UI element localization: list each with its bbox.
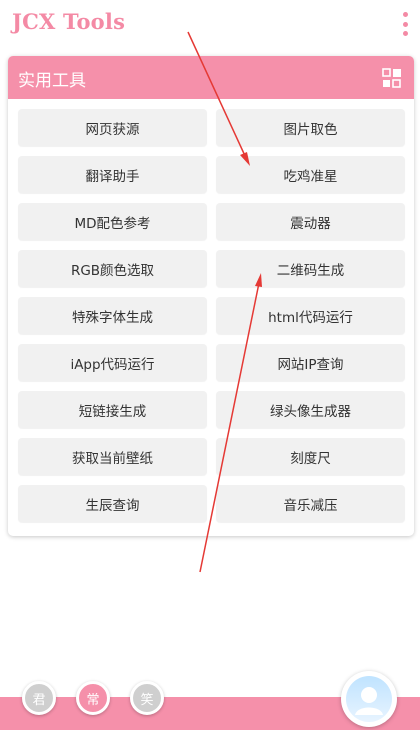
chip-jun[interactable]: 君 (22, 681, 56, 715)
grid-view-icon[interactable] (382, 68, 402, 88)
tool-button[interactable]: 绿头像生成器 (216, 391, 405, 428)
tool-button[interactable]: 吃鸡准星 (216, 156, 405, 193)
chip-label: 常 (86, 692, 100, 708)
tool-button[interactable]: RGB颜色选取 (18, 250, 207, 287)
tool-button[interactable]: iApp代码运行 (18, 344, 207, 381)
user-avatar-icon[interactable] (341, 671, 397, 727)
tool-grid: 网页获源 图片取色 翻译助手 吃鸡准星 MD配色参考 震动器 RGB颜色选取 二维码生成 特殊字… (18, 109, 405, 522)
more-vertical-icon[interactable] (400, 12, 410, 36)
chip-label: 君 (32, 692, 46, 708)
chip-chang[interactable]: 常 (76, 681, 110, 715)
tool-button[interactable]: 刻度尺 (216, 438, 405, 475)
tool-button[interactable]: MD配色参考 (18, 203, 207, 240)
chip-xiao[interactable]: 笑 (130, 681, 164, 715)
tool-button[interactable]: 图片取色 (216, 109, 405, 146)
tool-button[interactable]: 音乐减压 (216, 485, 405, 522)
card-header: 实用工具 (8, 56, 414, 99)
card-title: 实用工具 (18, 71, 86, 91)
tool-button[interactable]: 特殊字体生成 (18, 297, 207, 334)
app-title: JCX Tools (12, 9, 126, 34)
tools-card: 实用工具 网页获源 图片取色 翻译助手 吃鸡准星 MD配色参考 震动器 RGB颜色选取 二维码… (8, 56, 414, 536)
app-header: JCX Tools (0, 0, 420, 50)
tool-button[interactable]: 二维码生成 (216, 250, 405, 287)
tool-button[interactable]: 获取当前壁纸 (18, 438, 207, 475)
chip-label: 笑 (140, 692, 154, 708)
tool-button[interactable]: 短链接生成 (18, 391, 207, 428)
avatar-graphic (346, 676, 392, 722)
tool-button[interactable]: 生辰查询 (18, 485, 207, 522)
tool-button[interactable]: html代码运行 (216, 297, 405, 334)
tool-button[interactable]: 网站IP查询 (216, 344, 405, 381)
tool-button[interactable]: 网页获源 (18, 109, 207, 146)
tool-button[interactable]: 震动器 (216, 203, 405, 240)
tool-button[interactable]: 翻译助手 (18, 156, 207, 193)
